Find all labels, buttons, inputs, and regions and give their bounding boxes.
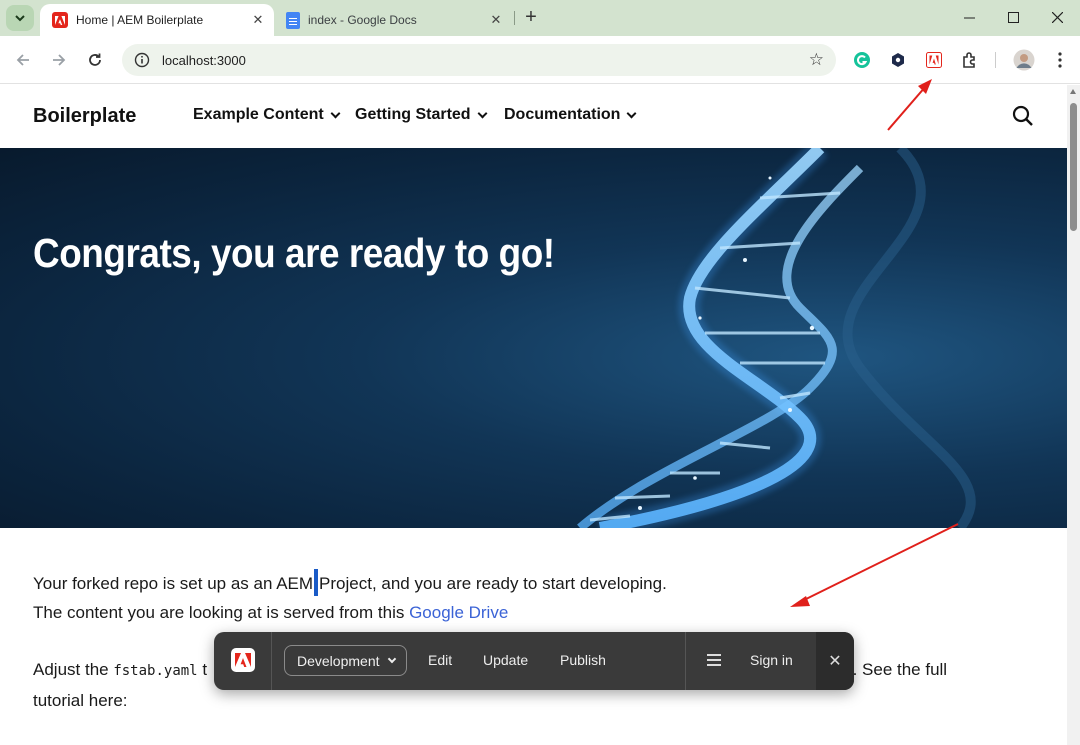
adobe-logo-icon[interactable]: [231, 648, 255, 672]
google-drive-link[interactable]: Google Drive: [409, 603, 508, 622]
forward-button[interactable]: [47, 48, 71, 72]
sidekick-divider: [271, 632, 272, 690]
intro-text: Your forked repo is set up as an AEM: [33, 574, 314, 593]
search-icon[interactable]: [1012, 105, 1034, 127]
site-brand-link[interactable]: Boilerplate: [33, 105, 136, 128]
maximize-button[interactable]: [990, 0, 1036, 34]
toolbar-divider: [995, 52, 996, 68]
environment-switcher[interactable]: Development: [284, 645, 407, 676]
site-header: Boilerplate Example Content Getting Star…: [0, 85, 1067, 148]
forward-icon: [53, 54, 66, 66]
hamburger-menu-icon[interactable]: [707, 654, 721, 666]
google-docs-icon: [286, 11, 300, 29]
address-bar[interactable]: localhost:3000 ☆: [122, 44, 836, 76]
scrollbar-thumb[interactable]: [1070, 103, 1077, 231]
nav-label: Documentation: [504, 106, 621, 123]
intro-paragraph: Your forked repo is set up as an AEM Proj…: [33, 569, 1033, 627]
profile-avatar-icon: [1013, 49, 1035, 71]
nav-label: Example Content: [193, 106, 324, 123]
nav-label: Getting Started: [355, 106, 471, 123]
extension-hex-icon: [892, 53, 904, 67]
tab-strip: Home | AEM Boilerplate ✕ index - Google …: [0, 0, 1080, 36]
adobe-favicon-icon: [52, 12, 68, 28]
more-vert-icon: [1058, 52, 1062, 68]
extensions-button[interactable]: [958, 48, 982, 72]
browser-menu-button[interactable]: [1048, 48, 1072, 72]
scroll-up-icon[interactable]: [1070, 89, 1076, 94]
fstab-code: fstab.yaml: [113, 663, 198, 679]
hero-banner: Congrats, you are ready to go!: [0, 148, 1067, 528]
intro-text: The content you are looking at is served…: [33, 603, 410, 622]
tab-title: index - Google Docs: [308, 13, 417, 27]
minimize-icon: [963, 17, 975, 18]
close-icon: [1051, 11, 1063, 23]
extensions-puzzle-icon: [963, 52, 975, 68]
edit-button[interactable]: Edit: [428, 652, 452, 668]
nav-getting-started[interactable]: Getting Started: [355, 106, 488, 124]
update-button[interactable]: Update: [483, 652, 528, 668]
tab-home[interactable]: Home | AEM Boilerplate ✕: [40, 4, 274, 36]
intro-text: Project, and you are ready to start deve…: [319, 574, 667, 593]
minimize-button[interactable]: [946, 0, 992, 34]
close-tab-icon[interactable]: ✕: [250, 12, 266, 28]
hex-extension[interactable]: [886, 48, 910, 72]
tab-title: Home | AEM Boilerplate: [76, 13, 204, 27]
aem-sidekick-toolbar: Development Edit Update Publish Sign in …: [214, 632, 854, 690]
url-text[interactable]: localhost:3000: [162, 53, 246, 68]
site-info-icon[interactable]: [134, 52, 150, 68]
reload-icon: [89, 53, 101, 66]
fstab-text: Adjust the: [33, 660, 114, 679]
tab-divider: [514, 11, 515, 25]
profile-button[interactable]: [1012, 48, 1036, 72]
grammarly-extension[interactable]: [850, 48, 874, 72]
chevron-down-icon: [387, 654, 396, 663]
publish-button[interactable]: Publish: [560, 652, 606, 668]
sidekick-divider: [685, 632, 686, 690]
chevron-down-icon: [330, 108, 341, 118]
maximize-icon: [1007, 11, 1019, 23]
text-cursor: [314, 569, 319, 596]
hero-title: Congrats, you are ready to go!: [33, 230, 555, 276]
grammarly-icon: [854, 52, 870, 68]
close-window-button[interactable]: [1034, 0, 1080, 34]
nav-example-content[interactable]: Example Content: [193, 106, 341, 124]
tab-search-button[interactable]: [6, 5, 34, 31]
sign-in-button[interactable]: Sign in: [750, 652, 793, 668]
page-scrollbar[interactable]: [1067, 85, 1080, 745]
nav-documentation[interactable]: Documentation: [504, 106, 637, 124]
chevron-down-icon: [477, 108, 488, 118]
adobe-sidekick-extension[interactable]: [922, 48, 946, 72]
bookmark-star-icon[interactable]: ☆: [809, 50, 824, 70]
adobe-sidekick-icon: [926, 52, 942, 68]
chevron-down-icon: [15, 15, 25, 22]
sidekick-close-button[interactable]: ✕: [816, 632, 854, 690]
new-tab-button[interactable]: +: [520, 6, 542, 28]
reload-button[interactable]: [83, 48, 107, 72]
tab-google-docs[interactable]: index - Google Docs ✕: [276, 4, 512, 36]
back-button[interactable]: [11, 48, 35, 72]
environment-label: Development: [297, 652, 380, 669]
chevron-down-icon: [627, 108, 637, 118]
fstab-text: t: [197, 660, 208, 679]
tutorial-text: tutorial here:: [33, 691, 128, 710]
close-tab-icon[interactable]: ✕: [488, 12, 504, 28]
browser-toolbar: localhost:3000 ☆: [0, 36, 1080, 84]
dna-helix-image: [577, 148, 976, 528]
back-icon: [16, 54, 29, 66]
